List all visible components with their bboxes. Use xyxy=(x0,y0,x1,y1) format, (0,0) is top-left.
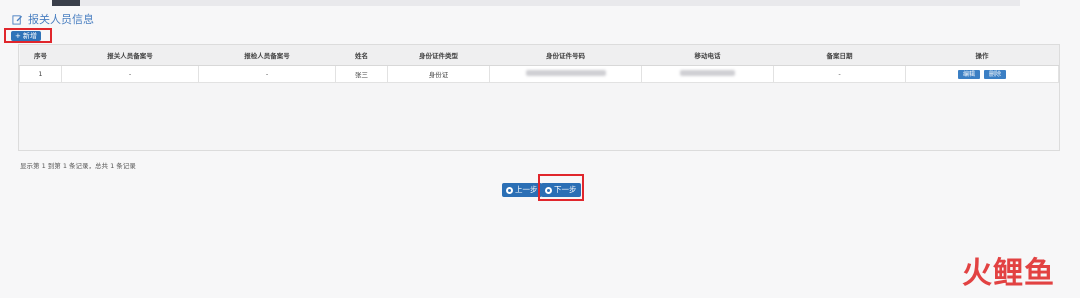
col-customs-no: 报关人员备案号 xyxy=(61,45,199,66)
col-mobile: 移动电话 xyxy=(641,45,774,66)
next-step-button[interactable]: 下一步 xyxy=(541,183,581,197)
plus-icon: + xyxy=(15,32,21,40)
col-id-number: 身份证件号码 xyxy=(489,45,642,66)
add-button-label: 新增 xyxy=(22,32,37,40)
personnel-grid: 序号 报关人员备案号 报检人员备案号 姓名 身份证件类型 身份证件号码 移动电话… xyxy=(18,44,1060,151)
top-bar-dark xyxy=(52,0,80,6)
add-button[interactable]: + 新增 xyxy=(11,31,41,41)
section-title-text: 报关人员信息 xyxy=(28,13,94,26)
watermark-logo: 火鲤鱼 xyxy=(962,256,1055,291)
cell-actions: 编辑 删除 xyxy=(905,65,1059,83)
section-title: 报关人员信息 xyxy=(12,11,94,27)
arrow-right-icon xyxy=(545,186,552,194)
edit-icon xyxy=(12,14,23,25)
top-bar xyxy=(80,0,1020,6)
cell-id-number xyxy=(489,65,642,83)
col-date: 备案日期 xyxy=(773,45,906,66)
redacted-mobile xyxy=(680,70,735,76)
cell-inspection-no: - xyxy=(198,65,336,83)
next-step-label: 下一步 xyxy=(554,185,577,194)
cell-mobile xyxy=(641,65,774,83)
cell-id-type: 身份证 xyxy=(387,65,490,83)
table-row[interactable]: 1 - - 张三 身份证 - 编辑 删除 xyxy=(19,65,1059,83)
prev-step-label: 上一步 xyxy=(515,185,538,194)
cell-date: - xyxy=(773,65,906,83)
edit-button[interactable]: 编辑 xyxy=(957,69,980,79)
prev-step-button[interactable]: 上一步 xyxy=(502,183,542,197)
col-inspection-no: 报检人员备案号 xyxy=(198,45,336,66)
cell-customs-no: - xyxy=(61,65,199,83)
col-id-type: 身份证件类型 xyxy=(387,45,490,66)
table-header-row: 序号 报关人员备案号 报检人员备案号 姓名 身份证件类型 身份证件号码 移动电话… xyxy=(19,45,1059,66)
cell-name: 张三 xyxy=(335,65,388,83)
arrow-left-icon xyxy=(506,186,513,194)
pagination-info: 显示第 1 到第 1 条记录，总共 1 条记录 xyxy=(20,162,136,170)
delete-button[interactable]: 删除 xyxy=(984,69,1007,79)
personnel-table: 序号 报关人员备案号 报检人员备案号 姓名 身份证件类型 身份证件号码 移动电话… xyxy=(19,45,1059,83)
col-index: 序号 xyxy=(19,45,62,66)
cell-index: 1 xyxy=(19,65,62,83)
redacted-id-number xyxy=(525,70,606,76)
col-actions: 操作 xyxy=(905,45,1059,66)
col-name: 姓名 xyxy=(335,45,388,66)
